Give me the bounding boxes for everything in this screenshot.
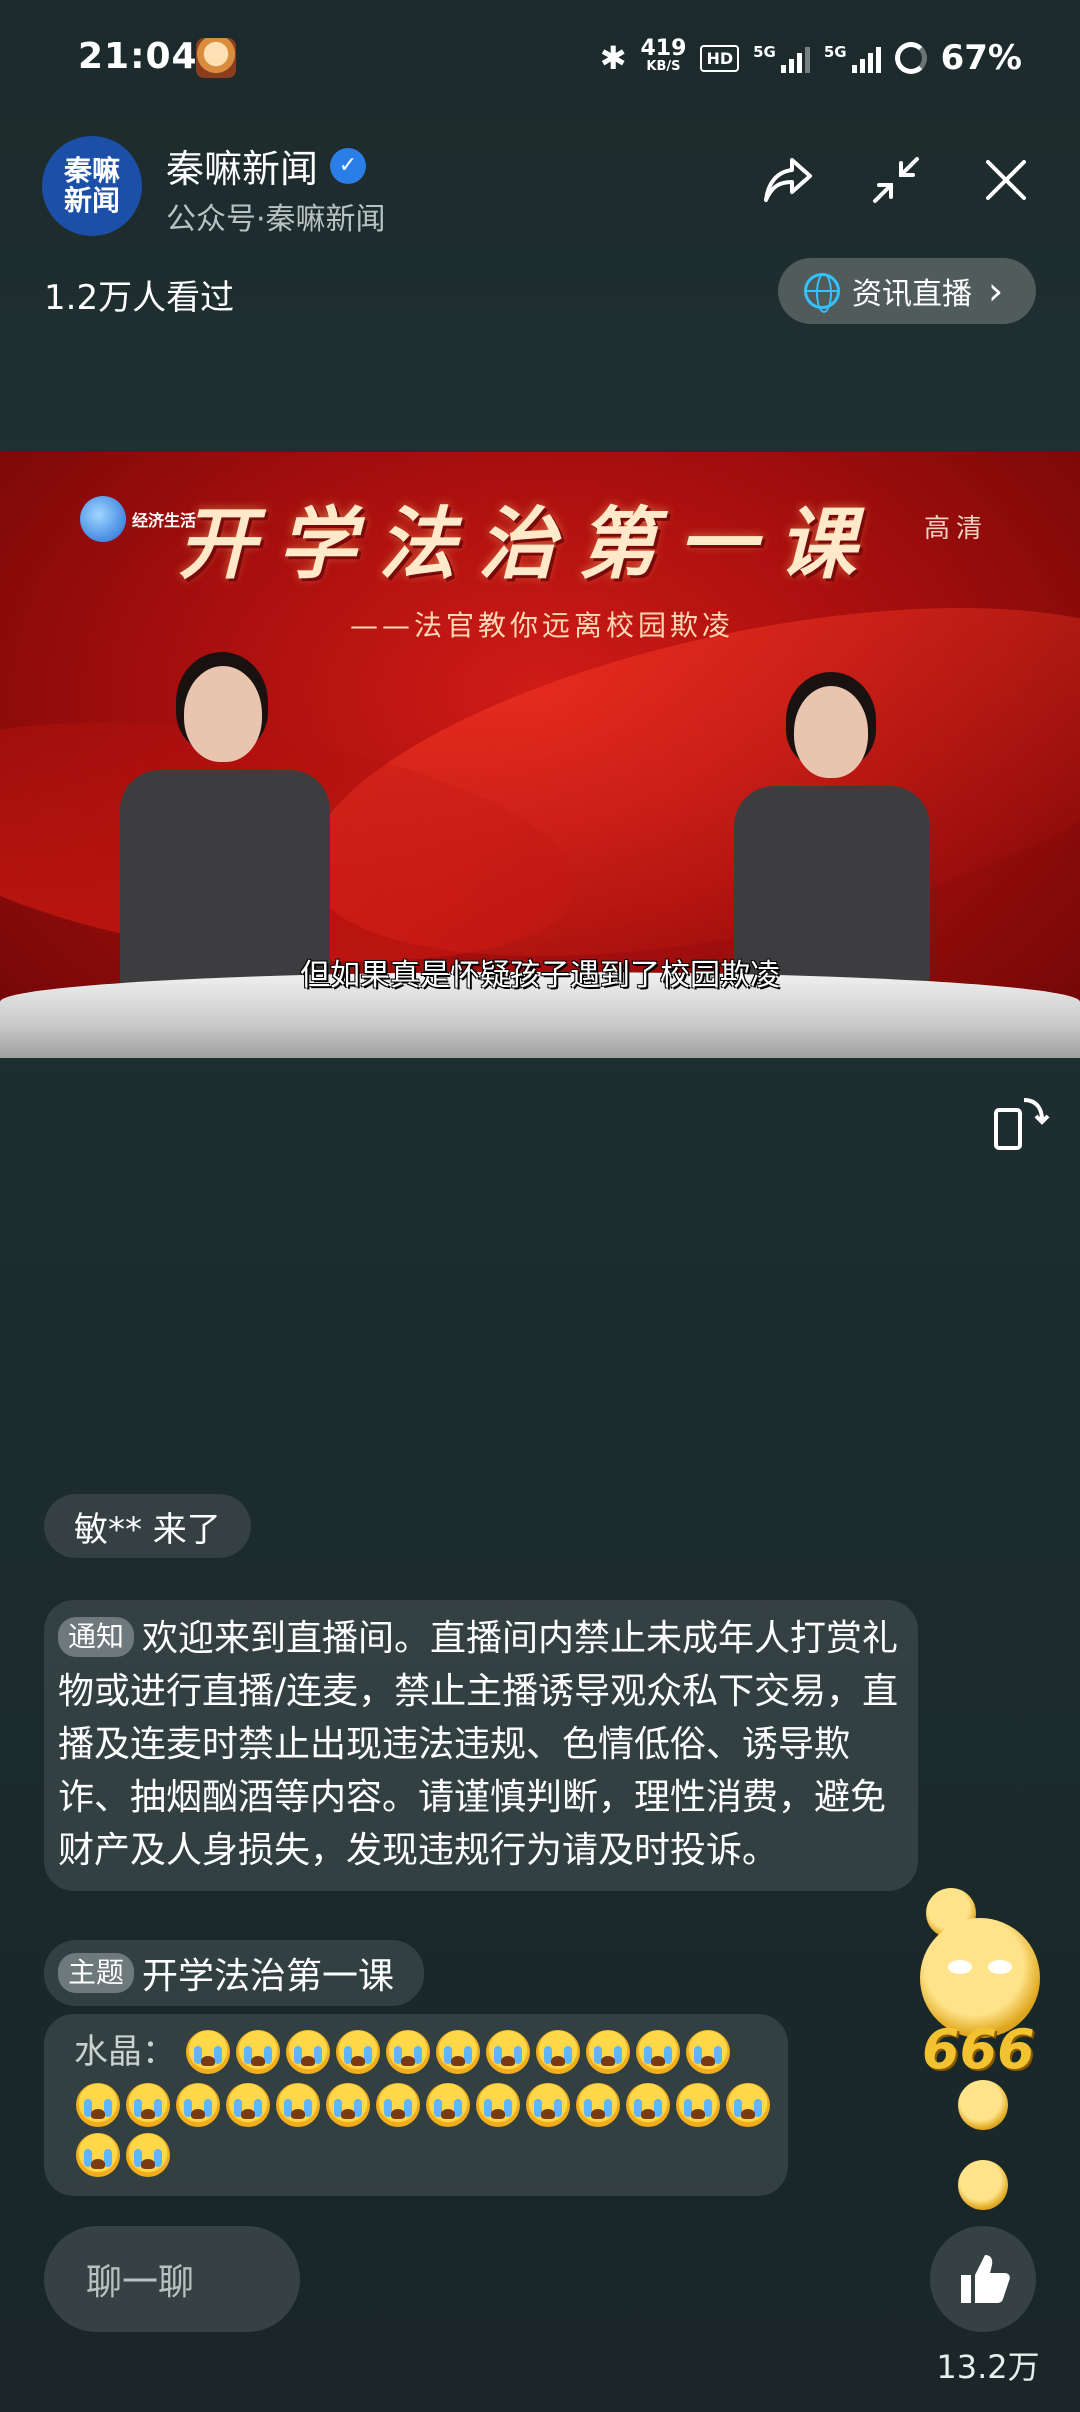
crying-face-emoji [686,2030,730,2074]
notice-text: 欢迎来到直播间。直播间内禁止未成年人打赏礼物或进行直播/连麦，禁止主播诱导观众私… [58,1618,899,1871]
crying-face-emoji [126,2083,170,2127]
network-speed-unit: KB/S [646,59,681,74]
network-speed: 419 KB/S [640,36,687,76]
channel-logo[interactable]: 秦嘛 新闻 [42,136,142,236]
channel-subtitle: 公众号·秦嘛新闻 [166,202,386,237]
channel-name[interactable]: 秦嘛新闻 ✓ [166,138,367,193]
minimize-button[interactable] [864,148,928,212]
presenter-left [110,652,340,990]
topic-text: 开学法治第一课 [142,1956,395,1997]
video-caption: 但如果真是怀疑孩子遇到了校园欺凌 [300,958,780,993]
crying-face-emoji [236,2030,280,2074]
chat-input[interactable]: 聊一聊 [44,2226,300,2332]
live-notice: 通知 欢迎来到直播间。直播间内禁止未成年人打赏礼物或进行直播/连麦，禁止主播诱导观… [44,1600,918,1891]
drop-logo-icon [80,496,126,542]
share-icon [764,158,812,202]
emoji-chat-message: 水晶： [44,2014,788,2196]
crying-face-emoji [336,2030,380,2074]
crying-face-emoji [476,2083,520,2127]
crying-face-emoji [76,2133,120,2177]
status-time: 21:04 [78,36,198,77]
crying-face-emoji [586,2030,630,2074]
crying-face-emoji [326,2083,370,2127]
chat-username: 水晶： [74,2032,176,2072]
news-live-button[interactable]: 资讯直播 › [778,258,1036,324]
rotate-screen-button[interactable] [990,1092,1050,1152]
crying-face-emoji [386,2030,430,2074]
signal-icon: 5G [824,43,881,73]
share-button[interactable] [756,148,820,212]
app-notification-icon [196,38,236,78]
crying-face-emoji [286,2030,330,2074]
news-live-label: 资讯直播 [852,277,972,312]
crying-face-emoji [636,2030,680,2074]
rotate-screen-icon [994,1098,1050,1150]
topic-tag: 主题 [58,1953,135,1993]
video-quality-label: 高清 [924,514,989,544]
crying-face-emoji [376,2083,420,2127]
minimize-icon [873,157,919,203]
topic-message: 主题 开学法治第一课 [44,1940,425,2006]
logo-text-line1: 秦嘛 [63,154,120,187]
bluetooth-icon: ✱ [599,39,627,77]
network-speed-value: 419 [640,36,687,61]
viewer-count: 1.2万人看过 [44,278,235,318]
crying-face-emoji [126,2133,170,2177]
crying-face-emoji [526,2083,570,2127]
battery-level: 67% [940,38,1022,78]
crying-face-emoji [436,2030,480,2074]
video-player[interactable]: 经济生活 开学法治第一课 ——法官教你远离校园欺凌 高清 但如果真是怀疑孩子遇到… [0,452,1080,1058]
chevron-right-icon: › [988,269,1004,313]
crying-face-emoji [726,2083,770,2127]
signal-2-label: 5G [823,43,847,61]
floating-face-icon [958,2080,1008,2130]
signal-1-label: 5G [753,43,776,61]
crying-face-emoji [76,2083,120,2127]
crying-face-emoji [486,2030,530,2074]
reaction-sticker-666: 666 [902,1888,1052,2081]
crying-face-emoji [276,2083,320,2127]
close-icon [986,160,1026,200]
video-title: 开学法治第一课 [178,499,879,590]
crying-face-emoji [626,2083,670,2127]
crying-face-emoji [576,2083,620,2127]
crying-face-emoji [426,2083,470,2127]
status-bar: 21:04 ✱ 419 KB/S HD 5G 5G 67% [0,0,1080,126]
channel-name-text: 秦嘛新闻 [166,147,319,191]
like-button[interactable] [930,2226,1036,2332]
crying-face-emoji [226,2083,270,2127]
crying-face-emoji [186,2030,230,2074]
battery-icon [894,42,927,74]
close-button[interactable] [974,148,1038,212]
floating-face-icon [958,2160,1008,2210]
viewer-entry-message: 敏** 来了 [44,1494,251,1558]
crying-face-emoji [676,2083,720,2127]
status-indicators: ✱ 419 KB/S HD 5G 5G 67% [599,36,1022,79]
signal-icon: 5G [753,43,810,73]
globe-icon [804,273,840,313]
verified-icon: ✓ [330,147,367,184]
video-subtitle: ——法官教你远离校园欺凌 [350,609,735,642]
presenter-right [730,672,950,986]
crying-face-emoji [176,2083,220,2127]
sticker-666-text: 666 [922,2018,1035,2081]
like-count: 13.2万 [936,2348,1040,2386]
thumbs-up-icon [961,2255,1010,2303]
notice-tag: 通知 [58,1617,135,1657]
crying-face-emoji [536,2030,580,2074]
hd-voice-badge: HD [700,44,740,72]
logo-text-line2: 新闻 [63,184,120,217]
